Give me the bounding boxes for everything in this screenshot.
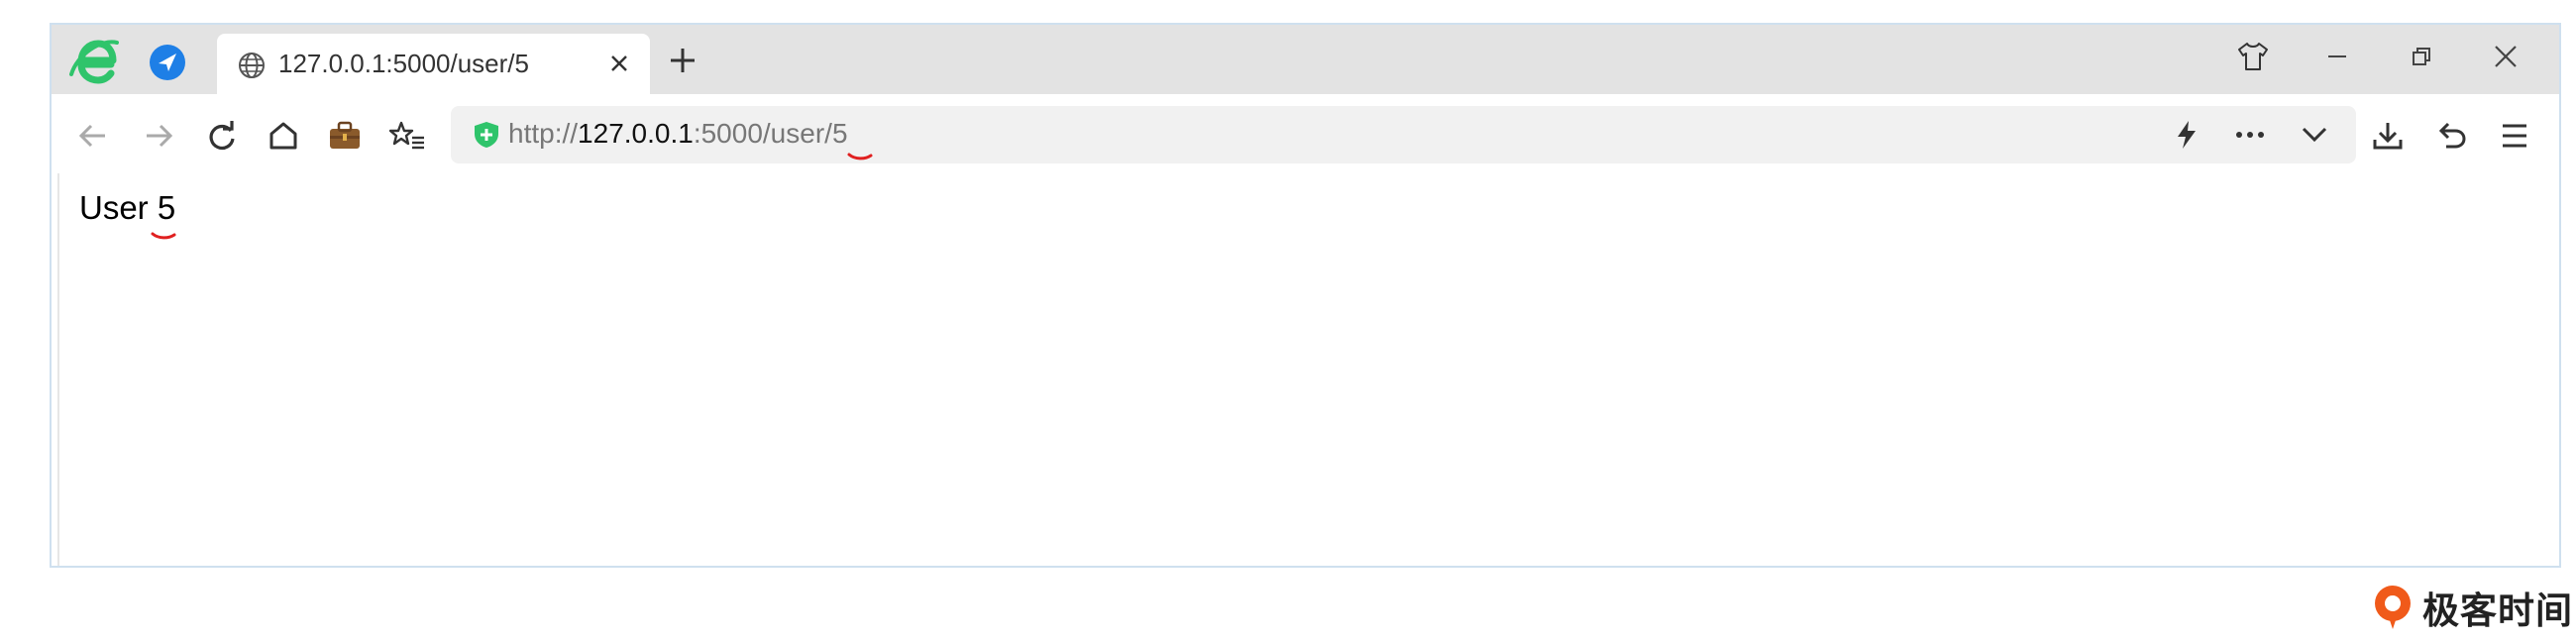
address-bar[interactable]: http://127.0.0.1:5000/user/5 [451,106,2356,163]
page-content: User 5 [57,173,2559,566]
browser-window: 127.0.0.1:5000/user/5 http://127.0.0.1:5… [50,23,2561,568]
reload-icon[interactable] [200,114,244,158]
tab-title: 127.0.0.1:5000/user/5 [278,49,529,78]
home-icon[interactable] [262,114,305,158]
back-arrow-icon[interactable] [71,114,115,158]
url-red-underline-mark [847,153,873,161]
skin-shirt-icon[interactable] [2231,35,2275,78]
watermark: 极客时间 [2371,583,2573,632]
new-tab-plus-icon[interactable] [663,41,702,80]
globe-icon [237,51,267,80]
browser-logo-icon[interactable] [67,35,121,88]
user-label: User [79,189,158,226]
user-id-value: 5 [157,189,176,226]
minimize-icon[interactable] [2315,35,2359,78]
geektime-logo-icon [2375,586,2411,629]
navigation-toolbar: http://127.0.0.1:5000/user/5 [52,94,2559,173]
watermark-text: 极客时间 [2422,590,2573,631]
content-red-underline-mark [151,232,176,240]
menu-hamburger-icon[interactable] [2493,114,2536,158]
tab-close-icon[interactable] [602,47,636,80]
tab-active[interactable]: 127.0.0.1:5000/user/5 [217,34,650,94]
forward-arrow-icon[interactable] [137,114,180,158]
briefcase-icon[interactable] [323,114,367,158]
favorites-star-list-icon[interactable] [385,114,429,158]
download-icon[interactable] [2366,114,2410,158]
url-path: :5000/user/ [693,118,832,149]
url-text[interactable]: http://127.0.0.1:5000/user/5 [508,118,848,150]
url-user-id: 5 [831,118,848,149]
lightning-icon[interactable] [2167,115,2206,155]
url-host: 127.0.0.1 [578,118,694,149]
undo-icon[interactable] [2430,114,2474,158]
url-scheme: http:// [508,118,579,149]
tab-bar: 127.0.0.1:5000/user/5 [52,25,2559,94]
shield-check-icon[interactable] [473,121,500,149]
close-window-icon[interactable] [2484,35,2527,78]
page-body-text: User 5 [79,189,175,227]
restore-icon[interactable] [2400,35,2443,78]
chevron-down-icon[interactable] [2295,115,2334,155]
more-dots-icon[interactable] [2230,115,2270,155]
compass-icon[interactable] [149,44,186,81]
